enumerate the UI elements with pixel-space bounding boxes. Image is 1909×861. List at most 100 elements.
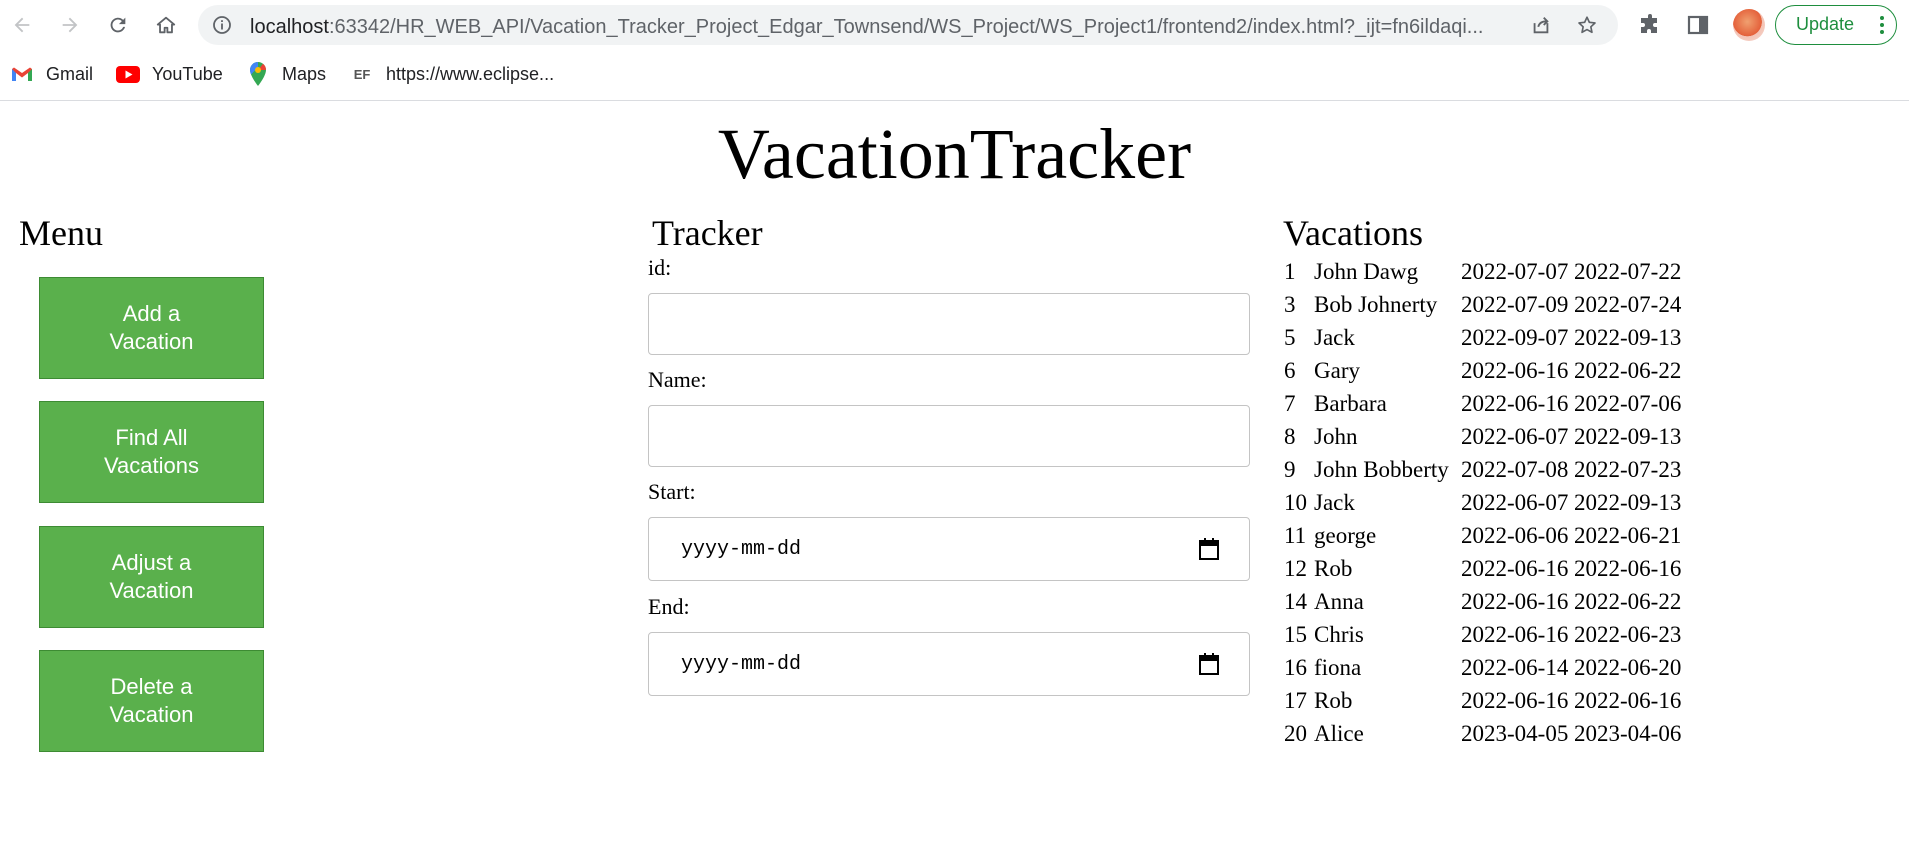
vacation-start: 2022-06-16 [1461,358,1569,383]
home-icon [156,16,176,34]
vacation-name: John Dawg [1314,259,1419,284]
forward-arrow-icon [62,17,78,33]
back-button[interactable] [6,9,38,41]
vacation-start: 2023-04-05 [1461,721,1569,746]
vacation-name: Gary [1314,358,1360,383]
button-label-line2: Vacations [104,453,199,478]
delete-vacation-button[interactable]: Delete a Vacation [39,650,264,752]
bookmarks-bar: Gmail YouTube Maps EF https://www.eclips… [0,52,1909,101]
vacation-start: 2022-06-16 [1461,556,1569,581]
vacation-end: 2022-06-22 [1574,358,1682,383]
find-all-vacations-button[interactable]: Find All Vacations [39,401,264,503]
end-date-input[interactable]: yyyy-mm-dd [648,632,1250,696]
vacation-end: 2022-06-21 [1574,523,1682,548]
gmail-icon [10,64,34,84]
update-button[interactable]: Update [1775,5,1897,45]
button-label-line1: Add a [122,301,181,326]
reload-icon [110,17,126,33]
start-date-placeholder: yyyy-mm-dd [681,538,802,561]
vacation-id: 15 [1284,622,1307,647]
side-panel-icon[interactable] [1686,13,1710,37]
vacation-name: Alice [1314,721,1364,746]
vacation-id: 3 [1284,292,1296,317]
vacation-id: 16 [1284,655,1307,680]
vacation-end: 2022-06-16 [1574,556,1682,581]
vacation-end: 2022-06-16 [1574,688,1682,713]
vacation-name: Barbara [1314,391,1387,416]
vacations-heading: Vacations [1283,213,1423,253]
maps-icon [246,62,270,86]
vacation-name: John Bobberty [1314,457,1449,482]
reload-button[interactable] [102,9,134,41]
bookmark-star-icon[interactable] [1576,14,1598,36]
youtube-icon [116,64,140,84]
start-date-input[interactable]: yyyy-mm-dd [648,517,1250,581]
vacation-end: 2022-06-20 [1574,655,1682,680]
vacation-start: 2022-06-16 [1461,688,1569,713]
share-icon[interactable] [1530,14,1552,36]
address-bar[interactable]: localhost:63342/HR_WEB_API/Vacation_Trac… [198,5,1618,45]
vacation-name: Rob [1314,556,1353,581]
url-text[interactable]: localhost:63342/HR_WEB_API/Vacation_Trac… [250,16,1500,39]
vacation-end: 2023-04-06 [1574,721,1682,746]
vacation-name: fiona [1314,655,1362,680]
vacation-end: 2022-07-23 [1574,457,1682,482]
vacation-name: Chris [1314,622,1364,647]
calendar-icon[interactable] [1199,538,1219,560]
vacation-name: Jack [1314,490,1355,515]
vacation-id: 10 [1284,490,1307,515]
button-label-line1: Find All [115,425,188,450]
vacation-start: 2022-06-16 [1461,622,1569,647]
bookmark-label: https://www.eclipse... [386,63,555,84]
vacation-start: 2022-06-16 [1461,589,1569,614]
bookmark-gmail[interactable]: Gmail [10,62,93,86]
button-label-line2: Vacation [109,329,194,354]
vacation-start: 2022-06-06 [1461,523,1569,548]
tracker-heading: Tracker [652,213,763,253]
vacation-start: 2022-07-08 [1461,457,1569,482]
calendar-icon[interactable] [1199,653,1219,675]
vacation-id: 14 [1284,589,1307,614]
home-button[interactable] [150,9,182,41]
profile-avatar[interactable] [1733,9,1765,41]
site-info-icon[interactable] [212,15,232,35]
vacation-id: 8 [1284,424,1296,449]
vacation-name: george [1314,523,1377,548]
vacation-name: Bob Johnerty [1314,292,1438,317]
vacation-name: Rob [1314,688,1353,713]
add-vacation-button[interactable]: Add a Vacation [39,277,264,379]
button-label-line1: Adjust a [111,550,192,575]
vacation-id: 9 [1284,457,1296,482]
vacation-end: 2022-07-06 [1574,391,1682,416]
vacation-end: 2022-06-22 [1574,589,1682,614]
vacation-id: 20 [1284,721,1307,746]
button-label: Delete a Vacation [110,673,194,729]
button-label-line2: Vacation [109,578,194,603]
url-path: :63342/HR_WEB_API/Vacation_Tracker_Proje… [328,16,1484,38]
bookmark-maps[interactable]: Maps [246,62,326,86]
end-date-placeholder: yyyy-mm-dd [681,653,802,676]
vacation-name: Anna [1314,589,1364,614]
button-label-line2: Vacation [109,702,194,727]
vacation-start: 2022-06-07 [1461,490,1569,515]
end-label: End: [648,594,690,619]
name-input[interactable] [648,405,1250,467]
bookmark-label: YouTube [152,63,223,84]
name-label: Name: [648,367,707,392]
start-label: Start: [648,479,696,504]
extensions-puzzle-icon[interactable] [1638,13,1662,37]
button-label: Adjust a Vacation [110,549,194,605]
page-title: VacationTracker [717,114,1192,194]
id-input[interactable] [648,293,1250,355]
menu-heading: Menu [19,213,103,253]
vacation-id: 12 [1284,556,1307,581]
forward-button[interactable] [54,9,86,41]
button-label: Find All Vacations [104,424,199,480]
bookmark-eclipse[interactable]: EF https://www.eclipse... [350,62,554,86]
back-arrow-icon [14,17,30,33]
bookmark-label: Maps [282,63,327,84]
vacation-start: 2022-09-07 [1461,325,1569,350]
adjust-vacation-button[interactable]: Adjust a Vacation [39,526,264,628]
bookmark-youtube[interactable]: YouTube [116,62,223,86]
update-label: Update [1796,14,1855,34]
